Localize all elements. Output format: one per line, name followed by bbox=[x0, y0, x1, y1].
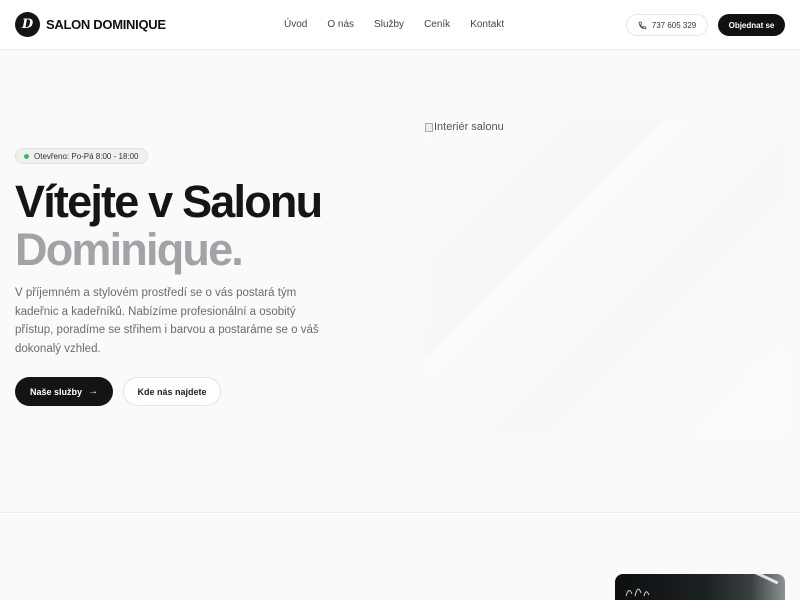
phone-icon bbox=[638, 21, 646, 29]
phone-number: 737 605 329 bbox=[651, 20, 697, 30]
phone-button[interactable]: 737 605 329 bbox=[626, 14, 708, 36]
nav-item-cenik[interactable]: Ceník bbox=[424, 19, 450, 30]
salon-photo-thumbnail bbox=[615, 574, 785, 600]
order-button[interactable]: Objednat se bbox=[718, 14, 785, 36]
services-button-label: Naše služby bbox=[29, 386, 83, 397]
section-divider bbox=[0, 512, 800, 513]
hero-image-alt: Interiér salonu bbox=[425, 121, 504, 133]
hero-title-line2: Dominique. bbox=[15, 224, 244, 275]
hero-lead: V příjemném a stylovém prostředí se o vá… bbox=[15, 287, 319, 355]
hero-image: Interiér salonu bbox=[425, 120, 785, 434]
hero-image-alt-text: Interiér salonu bbox=[434, 121, 504, 133]
logo-text: SALON DOMINIQUE bbox=[46, 17, 166, 32]
opening-hours-badge: Otevřeno: Po-Pá 8:00 - 18:00 bbox=[15, 148, 148, 164]
hero-title: Vítejte v Salonu Dominique. bbox=[15, 176, 323, 275]
site-header: D SALON DOMINIQUE Úvod O nás Služby Cení… bbox=[0, 0, 800, 50]
light-glint bbox=[753, 574, 779, 585]
opening-hours-text: Otevřeno: Po-Pá 8:00 - 18:00 bbox=[34, 151, 139, 161]
arrow-right-icon: → bbox=[88, 386, 99, 397]
find-us-button[interactable]: Kde nás najdete bbox=[123, 377, 221, 406]
nav-item-uvod[interactable]: Úvod bbox=[284, 19, 307, 30]
logo-mark: D bbox=[15, 12, 40, 37]
chandelier-icon bbox=[625, 588, 650, 597]
broken-image-icon bbox=[425, 122, 433, 132]
hero-title-line1: Vítejte v Salonu bbox=[15, 176, 323, 227]
status-dot-icon bbox=[24, 153, 29, 159]
nav-item-sluzby[interactable]: Služby bbox=[374, 19, 404, 30]
nav-item-kontakt[interactable]: Kontakt bbox=[470, 19, 504, 30]
main-nav: Úvod O nás Služby Ceník Kontakt bbox=[284, 19, 524, 30]
services-button[interactable]: Naše služby → bbox=[15, 377, 113, 406]
nav-item-o-nas[interactable]: O nás bbox=[327, 19, 354, 30]
logo[interactable]: D SALON DOMINIQUE bbox=[15, 12, 166, 37]
